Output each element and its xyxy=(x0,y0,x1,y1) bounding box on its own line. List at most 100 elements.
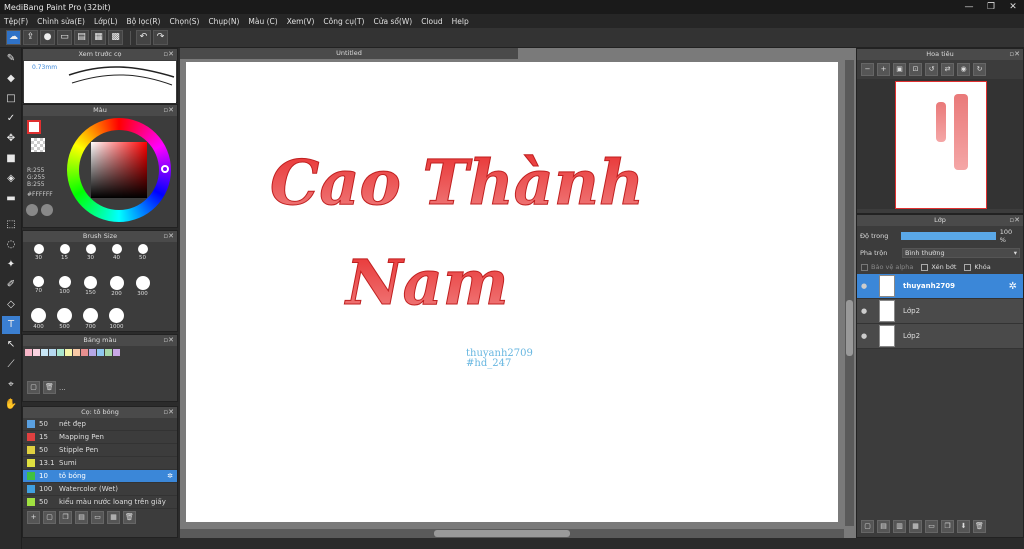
brush-file-icon[interactable]: ▤ xyxy=(75,511,88,524)
close-button[interactable]: ✕ xyxy=(1002,0,1024,14)
eraser-tool-icon[interactable]: ◆ xyxy=(2,70,20,88)
saturation-value-square[interactable] xyxy=(91,142,147,198)
brush-settings-icon[interactable]: ✲ xyxy=(167,472,173,480)
brush-size-item[interactable]: 15 xyxy=(52,244,77,274)
brush-list-item[interactable]: 50 Stipple Pen xyxy=(23,444,177,457)
scroll-thumb[interactable] xyxy=(846,300,853,356)
save-as-icon[interactable]: ▦ xyxy=(91,30,106,45)
palette-swatch[interactable] xyxy=(65,349,72,356)
select-brush-icon[interactable]: ✐ xyxy=(2,276,20,294)
brush-list-item[interactable]: 13.1 Sumi xyxy=(23,457,177,470)
lock-checkbox[interactable] xyxy=(964,263,972,271)
brush-list-item[interactable]: 100 Watercolor (Wet) xyxy=(23,483,177,496)
panel-close-icon[interactable]: ▫✕ xyxy=(163,335,174,346)
select-eraser-icon[interactable]: ◇ xyxy=(2,296,20,314)
menu-color[interactable]: Màu (C) xyxy=(248,17,277,26)
visibility-icon[interactable]: ● xyxy=(857,307,871,315)
palette-icon[interactable] xyxy=(26,204,38,216)
blend-mode-select[interactable]: Bình thường ▾ xyxy=(902,248,1020,258)
panel-close-icon[interactable]: ▫✕ xyxy=(163,407,174,418)
layer-item[interactable]: ● Lớp2 xyxy=(857,324,1023,349)
panel-close-icon[interactable]: ▫✕ xyxy=(163,49,174,60)
opacity-slider[interactable] xyxy=(901,232,996,240)
hue-handle[interactable] xyxy=(161,165,169,173)
rect-select-icon[interactable]: ⬚ xyxy=(2,216,20,234)
panel-close-icon[interactable]: ▫✕ xyxy=(163,105,174,116)
clipping-checkbox[interactable] xyxy=(921,263,929,271)
lasso-select-icon[interactable]: ◌ xyxy=(2,236,20,254)
brush-list-item[interactable]: 15 Mapping Pen xyxy=(23,431,177,444)
menu-tools[interactable]: Công cụ(T) xyxy=(323,17,364,26)
duplicate-layer-icon[interactable]: ❐ xyxy=(941,520,954,533)
brush-delete-icon[interactable]: 🗑 xyxy=(123,511,136,524)
menu-select[interactable]: Chọn(S) xyxy=(169,17,199,26)
maximize-button[interactable]: ❐ xyxy=(980,0,1002,14)
brush-tool-icon[interactable]: ✎ xyxy=(2,50,20,68)
layer-item[interactable]: ● Lớp2 xyxy=(857,299,1023,324)
visibility-icon[interactable]: ● xyxy=(857,332,871,340)
minimize-button[interactable]: — xyxy=(958,0,980,14)
delete-palette-icon[interactable]: 🗑 xyxy=(43,381,56,394)
reset-view-icon[interactable]: ◉ xyxy=(957,63,970,76)
operation-tool-icon[interactable]: ↖ xyxy=(2,336,20,354)
document-tab[interactable]: Untitled xyxy=(180,48,518,59)
color-wheel[interactable] xyxy=(67,118,171,222)
background-color-swatch[interactable] xyxy=(31,138,45,152)
eyedrop-color-icon[interactable] xyxy=(41,204,53,216)
brush-list-item[interactable]: 50 kiểu màu nước loang trên giấy xyxy=(23,496,177,509)
panel-close-icon[interactable]: ▫✕ xyxy=(163,231,174,242)
brush-add-icon[interactable]: + xyxy=(27,511,40,524)
move-tool-icon[interactable]: ✥ xyxy=(2,130,20,148)
panel-close-icon[interactable]: ▫✕ xyxy=(1009,49,1020,60)
chat-icon[interactable]: ▭ xyxy=(57,30,72,45)
gradient-tool-icon[interactable]: ▬ xyxy=(2,190,20,208)
menu-filter[interactable]: Bộ lọc(R) xyxy=(127,17,161,26)
brush-size-item[interactable]: 300 xyxy=(130,276,155,306)
fill-rect-icon[interactable]: ■ xyxy=(2,150,20,168)
menu-file[interactable]: Tệp(F) xyxy=(4,17,28,26)
canvas-horizontal-scrollbar[interactable] xyxy=(180,529,844,538)
rotate-right-icon[interactable]: ↻ xyxy=(973,63,986,76)
menu-layer[interactable]: Lớp(L) xyxy=(94,17,118,26)
brush-size-item[interactable]: 50 xyxy=(130,244,155,274)
palette-swatch[interactable] xyxy=(41,349,48,356)
new-8bit-layer-icon[interactable]: ▥ xyxy=(893,520,906,533)
brush-list-item-selected[interactable]: 10 tô bóng ✲ xyxy=(23,470,177,483)
brush-size-item[interactable]: 70 xyxy=(26,276,51,306)
hand-tool-icon[interactable]: ✋ xyxy=(2,396,20,414)
brush-size-item[interactable]: 30 xyxy=(78,244,103,274)
divide-tool-icon[interactable]: ⟋ xyxy=(2,356,20,374)
menu-help[interactable]: Help xyxy=(452,17,469,26)
palette-swatch[interactable] xyxy=(73,349,80,356)
protect-alpha-checkbox[interactable] xyxy=(861,263,868,271)
zoom-in-icon[interactable]: + xyxy=(877,63,890,76)
menu-snap[interactable]: Chụp(N) xyxy=(208,17,239,26)
new-halftone-layer-icon[interactable]: ▤ xyxy=(877,520,890,533)
layer-settings-icon[interactable]: ✲ xyxy=(1009,281,1017,292)
actual-size-icon[interactable]: ⊡ xyxy=(909,63,922,76)
redo-icon[interactable]: ↷ xyxy=(153,30,168,45)
palette-swatch[interactable] xyxy=(89,349,96,356)
delete-layer-icon[interactable]: 🗑 xyxy=(973,520,986,533)
undo-icon[interactable]: ↶ xyxy=(136,30,151,45)
eyedropper-icon[interactable]: ⌖ xyxy=(2,376,20,394)
brush-size-item[interactable]: 100 xyxy=(52,276,77,306)
select-pen-icon[interactable]: ✓ xyxy=(2,110,20,128)
menu-view[interactable]: Xem(V) xyxy=(287,17,315,26)
scroll-thumb[interactable] xyxy=(434,530,570,537)
palette-swatch[interactable] xyxy=(81,349,88,356)
palette-swatch[interactable] xyxy=(113,349,120,356)
brush-copy-icon[interactable]: ❐ xyxy=(59,511,72,524)
palette-swatch[interactable] xyxy=(33,349,40,356)
brush-folder-icon[interactable]: ▭ xyxy=(91,511,104,524)
cloud-icon[interactable]: ☁ xyxy=(6,30,21,45)
foreground-color-swatch[interactable] xyxy=(27,120,41,134)
brush-size-item[interactable]: 150 xyxy=(78,276,103,306)
comment-icon[interactable]: ● xyxy=(40,30,55,45)
zoom-out-icon[interactable]: − xyxy=(861,63,874,76)
brush-size-item[interactable]: 30 xyxy=(26,244,51,274)
new-1bit-layer-icon[interactable]: ▦ xyxy=(909,520,922,533)
layer-item-selected[interactable]: ● thuyanh2709 ✲ xyxy=(857,274,1023,299)
palette-swatch[interactable] xyxy=(97,349,104,356)
new-layer-icon[interactable]: ▢ xyxy=(861,520,874,533)
